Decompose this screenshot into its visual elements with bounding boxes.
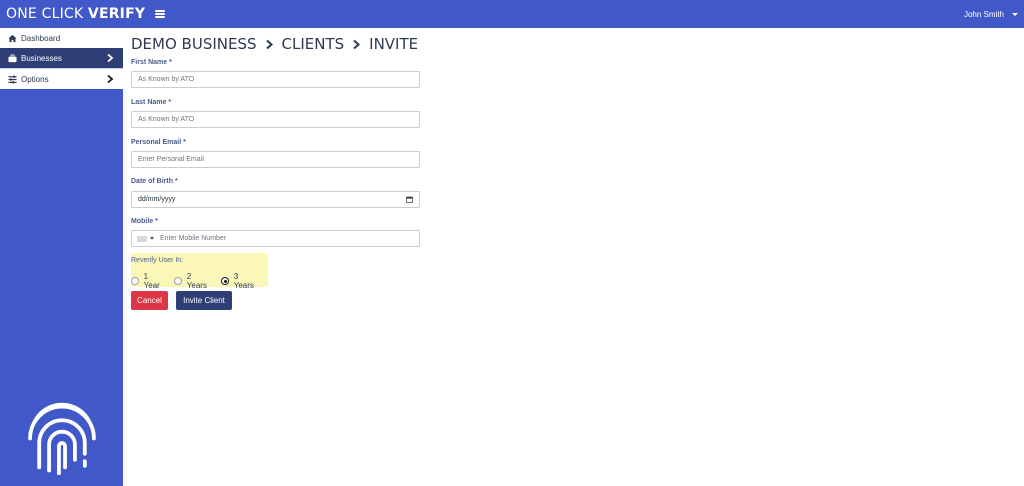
calendar-icon[interactable] bbox=[406, 196, 413, 203]
date-of-birth-input[interactable]: dd/mm/yyyy bbox=[131, 191, 420, 208]
sliders-icon bbox=[8, 75, 17, 84]
caret-down-icon[interactable] bbox=[150, 237, 154, 240]
main-content: DEMO BUSINESS CLIENTS INVITE First Name … bbox=[131, 34, 1011, 310]
caret-down-icon bbox=[1012, 12, 1018, 16]
sidebar-item-label: Dashboard bbox=[21, 33, 61, 43]
radio-button-selected[interactable] bbox=[221, 277, 229, 285]
invite-client-button[interactable]: Invite Client bbox=[176, 291, 232, 310]
radio-button[interactable] bbox=[174, 277, 182, 285]
sidebar-item-dashboard[interactable]: Dashboard bbox=[0, 28, 123, 48]
last-name-input[interactable]: As Known by ATO bbox=[131, 111, 420, 128]
date-of-birth-value: dd/mm/yyyy bbox=[138, 196, 176, 203]
date-of-birth-label: Date of Birth * bbox=[131, 178, 178, 185]
sidebar-item-options[interactable]: Options bbox=[0, 69, 123, 89]
personal-email-placeholder: Enter Personal Email bbox=[138, 156, 204, 163]
user-menu[interactable]: John Smith bbox=[964, 0, 1018, 28]
personal-email-input[interactable]: Enter Personal Email bbox=[131, 151, 420, 168]
mobile-label: Mobile * bbox=[131, 218, 158, 225]
chevron-right-icon bbox=[265, 39, 273, 49]
radio-button[interactable] bbox=[131, 277, 139, 285]
first-name-label: First Name * bbox=[131, 59, 172, 66]
breadcrumb: DEMO BUSINESS CLIENTS INVITE bbox=[131, 34, 1011, 54]
first-name-input[interactable]: As Known by ATO bbox=[131, 71, 420, 88]
radio-label: 2 Years bbox=[186, 272, 207, 290]
briefcase-icon bbox=[8, 53, 17, 63]
home-icon bbox=[8, 34, 17, 43]
radio-label: 3 Years bbox=[233, 272, 254, 290]
brand-logo[interactable]: ONE CLICK VERIFY bbox=[6, 6, 145, 22]
user-name: John Smith bbox=[963, 9, 1004, 19]
mobile-input[interactable]: Enter Mobile Number bbox=[131, 230, 420, 247]
reverify-option-1-year[interactable]: 1 Year bbox=[131, 272, 165, 290]
mobile-placeholder: Enter Mobile Number bbox=[160, 235, 227, 242]
sidebar-item-label: Businesses bbox=[21, 53, 62, 63]
radio-label: 1 Year bbox=[143, 272, 160, 290]
cancel-button[interactable]: Cancel bbox=[131, 291, 168, 310]
fingerprint-icon bbox=[28, 402, 96, 475]
personal-email-label: Personal Email * bbox=[131, 139, 186, 146]
reverify-options: 1 Year 2 Years 3 Years bbox=[131, 272, 268, 290]
menu-toggle-icon[interactable] bbox=[155, 10, 166, 18]
breadcrumb-item-clients[interactable]: CLIENTS bbox=[282, 35, 345, 53]
sidebar: Dashboard Businesses Options bbox=[0, 28, 123, 486]
last-name-label: Last Name * bbox=[131, 99, 172, 106]
first-name-placeholder: As Known by ATO bbox=[138, 76, 195, 83]
country-flag-icon[interactable] bbox=[137, 235, 147, 242]
breadcrumb-item-business[interactable]: DEMO BUSINESS bbox=[131, 35, 257, 53]
reverify-group: Reverify User In: 1 Year 2 Years 3 Years bbox=[131, 253, 268, 290]
reverify-label: Reverify User In: bbox=[131, 257, 184, 264]
sidebar-item-label: Options bbox=[21, 74, 49, 84]
chevron-right-icon bbox=[353, 39, 361, 49]
last-name-placeholder: As Known by ATO bbox=[138, 116, 195, 123]
breadcrumb-item-invite: INVITE bbox=[369, 35, 419, 53]
reverify-option-2-years[interactable]: 2 Years bbox=[174, 272, 212, 290]
chevron-right-icon bbox=[107, 74, 114, 84]
sidebar-item-businesses[interactable]: Businesses bbox=[0, 48, 123, 68]
reverify-option-3-years[interactable]: 3 Years bbox=[221, 272, 259, 290]
top-navbar: ONE CLICK VERIFY John Smith bbox=[0, 0, 1024, 28]
chevron-right-icon bbox=[107, 53, 114, 63]
